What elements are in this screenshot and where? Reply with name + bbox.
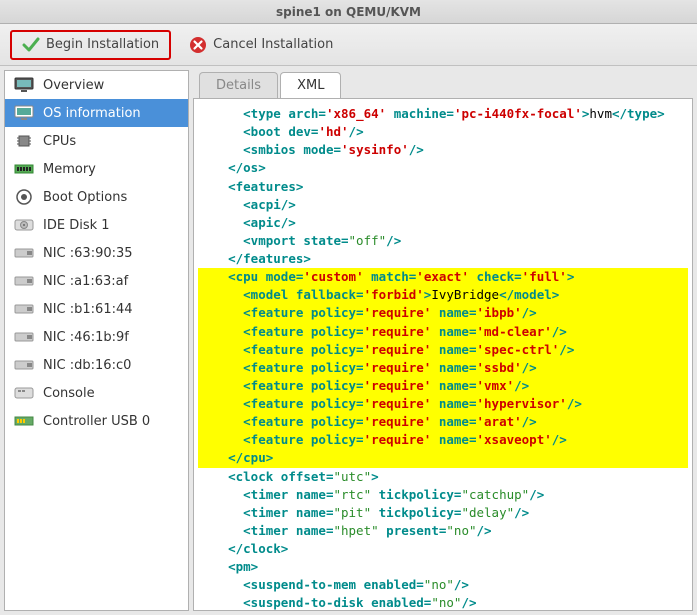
sidebar-item-label: Controller USB 0 xyxy=(43,414,150,429)
tab-details-label: Details xyxy=(216,78,261,93)
xml-line[interactable]: <smbios mode='sysinfo'/> xyxy=(198,141,688,159)
xml-line[interactable]: <feature policy='require' name='ssbd'/> xyxy=(198,359,688,377)
xml-line[interactable]: <feature policy='require' name='md-clear… xyxy=(198,323,688,341)
console-icon xyxy=(13,384,35,402)
check-icon xyxy=(22,36,40,54)
xml-line[interactable]: </clock> xyxy=(198,540,688,558)
xml-line[interactable]: <boot dev='hd'/> xyxy=(198,123,688,141)
xml-line[interactable]: <feature policy='require' name='ibpb'/> xyxy=(198,304,688,322)
sidebar-item-nic-46-1b-9f[interactable]: NIC :46:1b:9f xyxy=(5,323,188,351)
xml-line[interactable]: <feature policy='require' name='arat'/> xyxy=(198,413,688,431)
close-icon xyxy=(189,36,207,54)
xml-line[interactable]: <vmport state="off"/> xyxy=(198,232,688,250)
sidebar-item-label: Boot Options xyxy=(43,190,127,205)
nic-icon xyxy=(13,272,35,290)
sidebar-item-console[interactable]: Console xyxy=(5,379,188,407)
xml-line[interactable]: <timer name="pit" tickpolicy="delay"/> xyxy=(198,504,688,522)
sidebar-item-label: NIC :63:90:35 xyxy=(43,246,133,261)
content-area: Overview OS information CPUs Memory Boot Opt… xyxy=(0,66,697,615)
titlebar: spine1 on QEMU/KVM xyxy=(0,0,697,24)
xml-line[interactable]: <model fallback='forbid'>IvyBridge</mode… xyxy=(198,286,688,304)
tab-xml-label: XML xyxy=(297,78,324,93)
sidebar-item-nic-db-16-c0[interactable]: NIC :db:16:c0 xyxy=(5,351,188,379)
sidebar-item-os-information[interactable]: OS information xyxy=(5,99,188,127)
xml-line[interactable]: </cpu> xyxy=(198,449,688,467)
xml-line[interactable]: <timer name="hpet" present="no"/> xyxy=(198,522,688,540)
sidebar-item-label: NIC :b1:61:44 xyxy=(43,302,133,317)
xml-line[interactable]: <features> xyxy=(198,178,688,196)
xml-line[interactable]: <cpu mode='custom' match='exact' check='… xyxy=(198,268,688,286)
memory-icon xyxy=(13,160,35,178)
sidebar-item-label: Overview xyxy=(43,78,104,93)
sidebar-item-label: Memory xyxy=(43,162,96,177)
xml-line[interactable]: <suspend-to-disk enabled="no"/> xyxy=(198,594,688,611)
cancel-installation-label: Cancel Installation xyxy=(213,37,333,52)
sidebar-item-boot-options[interactable]: Boot Options xyxy=(5,183,188,211)
xml-line[interactable]: <type arch='x86_64' machine='pc-i440fx-f… xyxy=(198,105,688,123)
nic-icon xyxy=(13,300,35,318)
xml-line[interactable]: <apic/> xyxy=(198,214,688,232)
os-icon xyxy=(13,104,35,122)
xml-line[interactable]: </features> xyxy=(198,250,688,268)
boot-icon xyxy=(13,188,35,206)
tab-details[interactable]: Details xyxy=(199,72,278,98)
sidebar-item-label: IDE Disk 1 xyxy=(43,218,110,233)
toolbar: Begin Installation Cancel Installation xyxy=(0,24,697,66)
sidebar-item-label: OS information xyxy=(43,106,141,121)
sidebar-item-nic-63-90-35[interactable]: NIC :63:90:35 xyxy=(5,239,188,267)
sidebar-item-memory[interactable]: Memory xyxy=(5,155,188,183)
sidebar-item-label: Console xyxy=(43,386,95,401)
xml-line[interactable]: <acpi/> xyxy=(198,196,688,214)
sidebar-item-ide-disk-1[interactable]: IDE Disk 1 xyxy=(5,211,188,239)
xml-line[interactable]: <pm> xyxy=(198,558,688,576)
xml-line[interactable]: <feature policy='require' name='vmx'/> xyxy=(198,377,688,395)
nic-icon xyxy=(13,356,35,374)
cancel-installation-button[interactable]: Cancel Installation xyxy=(179,32,343,58)
cpu-icon xyxy=(13,132,35,150)
disk-icon xyxy=(13,216,35,234)
window-title: spine1 on QEMU/KVM xyxy=(276,5,421,19)
sidebar[interactable]: Overview OS information CPUs Memory Boot Opt… xyxy=(4,70,189,611)
xml-line[interactable]: <suspend-to-mem enabled="no"/> xyxy=(198,576,688,594)
xml-line[interactable]: <timer name="rtc" tickpolicy="catchup"/> xyxy=(198,486,688,504)
main-pane: Details XML <type arch='x86_64' machine=… xyxy=(193,70,693,611)
sidebar-item-nic-a1-63-af[interactable]: NIC :a1:63:af xyxy=(5,267,188,295)
xml-line[interactable]: <feature policy='require' name='xsaveopt… xyxy=(198,431,688,449)
xml-line[interactable]: </os> xyxy=(198,159,688,177)
sidebar-item-cpus[interactable]: CPUs xyxy=(5,127,188,155)
monitor-icon xyxy=(13,76,35,94)
controller-icon xyxy=(13,412,35,430)
begin-installation-label: Begin Installation xyxy=(46,37,159,52)
sidebar-item-label: NIC :db:16:c0 xyxy=(43,358,131,373)
nic-icon xyxy=(13,244,35,262)
sidebar-item-label: NIC :46:1b:9f xyxy=(43,330,129,345)
tab-bar: Details XML xyxy=(193,70,693,98)
sidebar-item-nic-b1-61-44[interactable]: NIC :b1:61:44 xyxy=(5,295,188,323)
xml-line[interactable]: <feature policy='require' name='spec-ctr… xyxy=(198,341,688,359)
vmm-window: spine1 on QEMU/KVM Begin Installation Ca… xyxy=(0,0,697,615)
sidebar-item-label: CPUs xyxy=(43,134,76,149)
xml-line[interactable]: <clock offset="utc"> xyxy=(198,468,688,486)
nic-icon xyxy=(13,328,35,346)
xml-line[interactable]: <feature policy='require' name='hypervis… xyxy=(198,395,688,413)
tab-xml[interactable]: XML xyxy=(280,72,341,98)
sidebar-item-controller-usb-0[interactable]: Controller USB 0 xyxy=(5,407,188,435)
xml-editor[interactable]: <type arch='x86_64' machine='pc-i440fx-f… xyxy=(193,98,693,611)
sidebar-item-label: NIC :a1:63:af xyxy=(43,274,128,289)
sidebar-item-overview[interactable]: Overview xyxy=(5,71,188,99)
begin-installation-button[interactable]: Begin Installation xyxy=(10,30,171,60)
